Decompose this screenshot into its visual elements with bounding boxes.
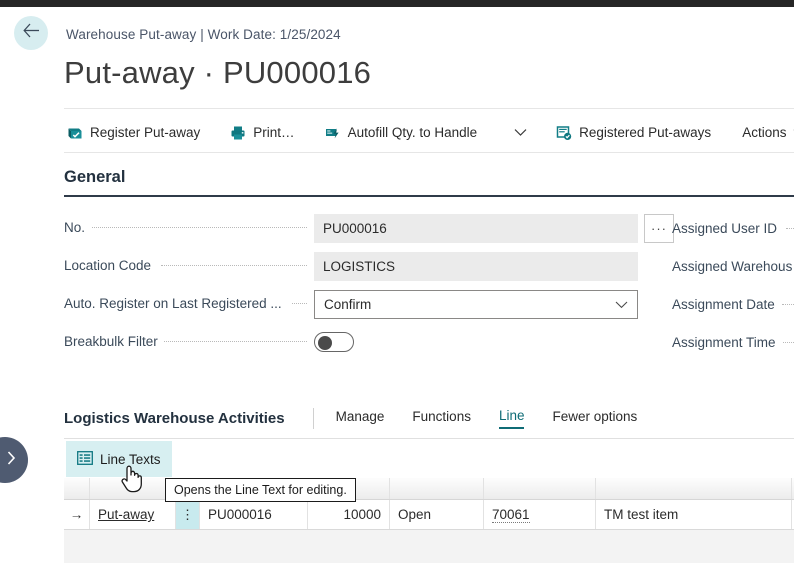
- tab-line[interactable]: Line: [499, 408, 525, 429]
- auto-register-select[interactable]: Confirm: [314, 290, 638, 319]
- autofill-icon: [325, 125, 341, 141]
- tooltip: Opens the Line Text for editing.: [165, 478, 356, 502]
- lines-divider: [64, 438, 794, 439]
- action-toolbar: Register Put-away Print…: [64, 113, 794, 152]
- col-status[interactable]: [390, 478, 484, 499]
- label-no: No.: [64, 220, 85, 235]
- leader-dots: [786, 228, 794, 229]
- ellipsis-icon: ···: [651, 221, 667, 236]
- cell-type-link[interactable]: Put-away: [98, 507, 154, 522]
- label-auto-register: Auto. Register on Last Registered ...: [64, 296, 282, 311]
- register-put-away-label: Register Put-away: [90, 125, 200, 140]
- print-label: Print…: [253, 125, 294, 140]
- label-location-code: Location Code: [64, 258, 151, 273]
- edge-expand-button[interactable]: [0, 437, 28, 483]
- back-button[interactable]: [14, 16, 48, 50]
- left-gutter: [0, 508, 64, 563]
- no-input[interactable]: PU000016: [314, 214, 638, 243]
- no-lookup-button[interactable]: ···: [644, 214, 674, 243]
- chevron-down-icon: [514, 124, 527, 142]
- page-root: Warehouse Put-away | Work Date: 1/25/202…: [0, 0, 794, 563]
- cell-line-no[interactable]: 10000: [308, 500, 390, 529]
- breadcrumb: Warehouse Put-away | Work Date: 1/25/202…: [66, 27, 341, 42]
- col-description[interactable]: [596, 478, 792, 499]
- table-row[interactable]: → Put-away ⋮ PU000016 10000 Open 70061 T…: [64, 500, 794, 530]
- line-texts-icon: [77, 451, 93, 468]
- location-code-input[interactable]: LOGISTICS: [314, 252, 638, 281]
- general-section-title: General: [64, 168, 125, 187]
- toolbar-divider: [64, 152, 794, 153]
- leader-dots: [292, 303, 307, 304]
- cell-type[interactable]: Put-away: [90, 500, 176, 529]
- pointing-hand-cursor: [118, 461, 144, 498]
- actions-label: Actions: [742, 125, 786, 140]
- label-breakbulk-filter: Breakbulk Filter: [64, 334, 158, 349]
- cell-description[interactable]: TM test item: [596, 500, 792, 529]
- title-divider: [64, 108, 794, 109]
- cell-status[interactable]: Open: [390, 500, 484, 529]
- actions-menu-button[interactable]: Actions: [736, 120, 794, 145]
- label-assigned-warehouse: Assigned Warehous: [672, 259, 792, 274]
- chevron-down-icon: [615, 297, 628, 312]
- leader-dots: [782, 304, 794, 305]
- lines-title: Logistics Warehouse Activities: [64, 410, 285, 427]
- leader-dots: [161, 265, 307, 266]
- registered-put-aways-icon: [556, 125, 572, 141]
- print-button[interactable]: Print…: [227, 120, 303, 146]
- breakbulk-filter-toggle[interactable]: [314, 332, 354, 352]
- col-item-no[interactable]: [484, 478, 596, 499]
- cell-no[interactable]: PU000016: [200, 500, 308, 529]
- general-section-divider: [64, 195, 794, 197]
- page-title: Put-away · PU000016: [64, 55, 371, 91]
- autofill-label: Autofill Qty. to Handle: [348, 125, 478, 140]
- leader-dots: [92, 227, 307, 228]
- chevron-right-icon: [0, 451, 16, 470]
- auto-register-value: Confirm: [324, 297, 371, 312]
- cell-item-no-value: 70061: [492, 507, 530, 523]
- tab-fewer-options[interactable]: Fewer options: [552, 409, 637, 428]
- toolbar-overflow-button[interactable]: [502, 119, 539, 147]
- tab-manage[interactable]: Manage: [336, 409, 385, 428]
- top-chrome-strip: [0, 0, 794, 7]
- toggle-knob: [318, 336, 332, 350]
- register-put-away-icon: [67, 125, 83, 141]
- leader-dots: [783, 342, 794, 343]
- row-menu-button[interactable]: ⋮: [176, 500, 200, 529]
- autofill-qty-button[interactable]: Autofill Qty. to Handle: [322, 120, 487, 146]
- label-assigned-user-id: Assigned User ID: [672, 221, 777, 236]
- printer-icon: [230, 125, 246, 141]
- row-indicator: →: [64, 500, 90, 529]
- leader-dots: [164, 341, 307, 342]
- label-assignment-time: Assignment Time: [672, 335, 776, 350]
- back-arrow-icon: [23, 23, 40, 43]
- cell-item-no[interactable]: 70061: [484, 500, 596, 529]
- lines-header-divider: [313, 408, 314, 429]
- grid-empty-area: [64, 530, 794, 563]
- col-indicator[interactable]: [64, 478, 90, 499]
- registered-put-aways-button[interactable]: Registered Put-aways: [553, 120, 720, 146]
- label-assignment-date: Assignment Date: [672, 297, 775, 312]
- tab-functions[interactable]: Functions: [412, 409, 471, 428]
- registered-put-aways-label: Registered Put-aways: [579, 125, 711, 140]
- register-put-away-button[interactable]: Register Put-away: [64, 120, 209, 146]
- lines-header: Logistics Warehouse Activities Manage Fu…: [64, 408, 794, 429]
